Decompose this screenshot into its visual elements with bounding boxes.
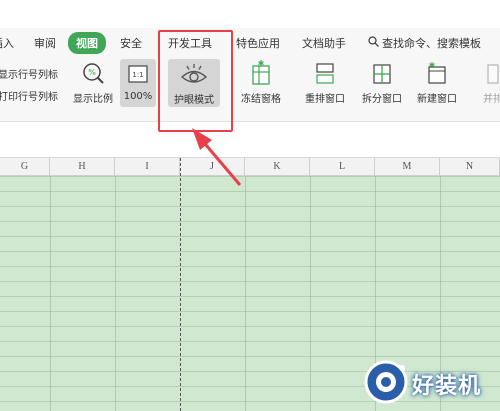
- watermark: 好装机: [360, 356, 500, 411]
- watermark-text: 好装机: [412, 374, 482, 399]
- watermark-logo-icon: [364, 360, 408, 404]
- annotation-arrow: [192, 128, 242, 186]
